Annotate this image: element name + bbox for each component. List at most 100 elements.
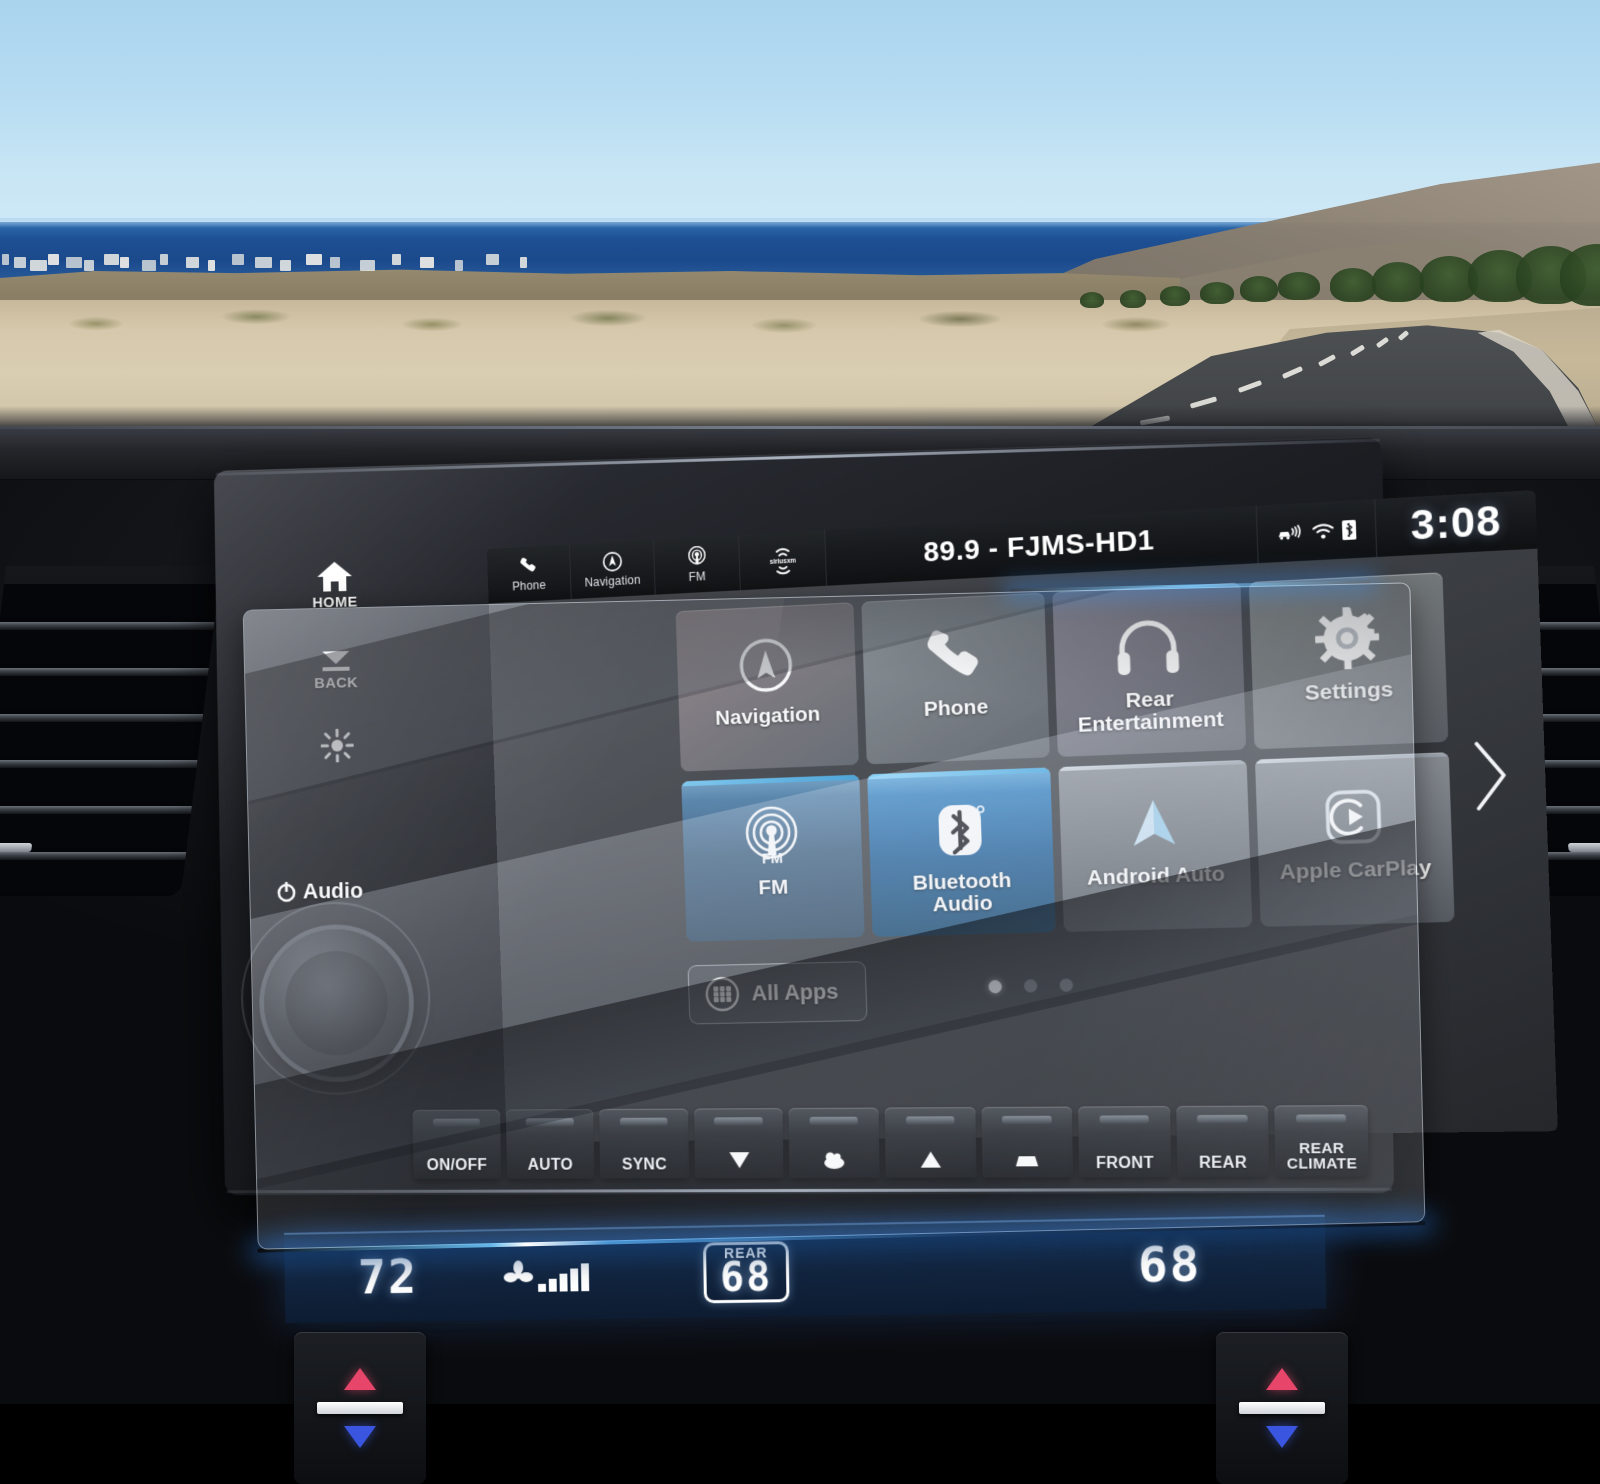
phone-handset-icon: [922, 620, 987, 693]
vent-direction-tab[interactable]: [0, 843, 32, 852]
app-tile-phone[interactable]: Phone: [861, 593, 1049, 765]
rear-climate-label: REAR CLIMATE: [1286, 1141, 1357, 1172]
power-icon: [276, 881, 297, 903]
airflow-down-button[interactable]: [694, 1108, 784, 1178]
driver-temp-rocker[interactable]: [294, 1332, 426, 1484]
climate-sync-button[interactable]: SYNC: [599, 1109, 689, 1179]
status-phone-label: Phone: [512, 578, 546, 593]
home-app-grid-page: Navigation Phone: [489, 549, 1558, 1143]
airflow-windshield-button[interactable]: [981, 1107, 1073, 1178]
app-tile-fm[interactable]: FM FM: [681, 775, 864, 942]
status-navigation-label: Navigation: [584, 573, 641, 590]
defrost-front-button[interactable]: FRONT: [1078, 1106, 1171, 1177]
page-dot-3[interactable]: [1059, 978, 1073, 991]
app-tile-apple-carplay[interactable]: Apple CarPlay: [1255, 752, 1455, 927]
climate-display: 72 REAR 68 68: [284, 1215, 1326, 1323]
apple-carplay-icon: [1319, 780, 1388, 855]
brightness-icon: [321, 729, 354, 763]
air-vent-left: [0, 566, 221, 896]
status-navigation-button[interactable]: Navigation: [570, 540, 656, 599]
key-tab: [714, 1117, 762, 1125]
sidekey-home[interactable]: HOME: [312, 559, 358, 611]
vent-louver[interactable]: [0, 668, 221, 676]
key-tab: [526, 1118, 574, 1126]
app-label-phone: Phone: [919, 696, 992, 721]
app-label-fm: FM: [754, 877, 792, 900]
app-tile-rear-entertainment[interactable]: Rear Entertainment: [1052, 583, 1246, 757]
volume-power-knob[interactable]: [263, 929, 410, 1078]
page-indicator-dots: [988, 978, 1073, 993]
airflow-face-button[interactable]: [789, 1108, 880, 1178]
status-siriusxm-button[interactable]: siriusxm: [739, 530, 827, 590]
climate-auto-button[interactable]: AUTO: [506, 1109, 595, 1179]
temp-up-triangle-icon[interactable]: [1266, 1368, 1298, 1390]
rear-climate-line2: CLIMATE: [1287, 1155, 1358, 1173]
airflow-up-icon: [918, 1149, 943, 1169]
rear-climate-button[interactable]: REAR CLIMATE: [1275, 1105, 1369, 1177]
temp-down-triangle-icon[interactable]: [1266, 1426, 1298, 1448]
page-dot-1[interactable]: [988, 980, 1002, 993]
palm-tree: [1330, 268, 1376, 302]
telematics-icon: [1276, 523, 1304, 543]
all-apps-label: All Apps: [751, 979, 839, 1007]
vent-louver[interactable]: [0, 760, 219, 768]
grid-apps-icon: [704, 976, 740, 1012]
passenger-temp-value: 68: [1138, 1236, 1202, 1294]
temp-up-triangle-icon[interactable]: [344, 1368, 376, 1390]
airflow-windshield-icon: [1012, 1149, 1043, 1169]
dashboard: HOME BACK: [0, 426, 1600, 1404]
bluetooth-sim-icon: [1342, 519, 1357, 539]
defrost-rear-button[interactable]: REAR: [1176, 1106, 1269, 1177]
audio-label: Audio: [303, 878, 364, 904]
clock: 3:08: [1375, 490, 1537, 557]
fm-radio-icon: FM: [740, 801, 803, 872]
status-fm-button[interactable]: FM: [654, 535, 741, 595]
compass-icon: [601, 550, 623, 573]
app-label-bt-line2: Audio: [932, 892, 993, 917]
app-label-android-auto: Android Auto: [1083, 863, 1230, 890]
airflow-up-button[interactable]: [885, 1107, 976, 1178]
app-label-rear-entertainment: Rear Entertainment: [1073, 686, 1229, 737]
vent-louver[interactable]: [0, 714, 221, 722]
key-tab: [1197, 1115, 1247, 1123]
audio-power-label-group: Audio: [276, 878, 363, 905]
vent-direction-tab[interactable]: [1568, 843, 1600, 852]
app-tile-android-auto[interactable]: Android Auto: [1058, 760, 1252, 932]
app-label-rear-line2: Entertainment: [1077, 708, 1224, 737]
page-dot-2[interactable]: [1024, 979, 1038, 992]
app-tile-bluetooth-audio[interactable]: Bluetooth Audio: [867, 767, 1056, 937]
chevron-right-icon: [1466, 736, 1517, 815]
key-tab: [433, 1119, 480, 1127]
wifi-icon: [1311, 521, 1335, 540]
app-tile-settings[interactable]: Settings: [1249, 572, 1449, 749]
vent-louver[interactable]: [0, 622, 221, 630]
vent-louver[interactable]: [0, 806, 213, 814]
bluetooth-icon: [928, 794, 993, 866]
vent-slot: [0, 814, 212, 852]
climate-onoff-button[interactable]: ON/OFF: [413, 1110, 501, 1179]
sidekey-back[interactable]: BACK: [314, 648, 358, 692]
vent-louver[interactable]: [0, 852, 208, 860]
head-unit-screen[interactable]: Phone Navigation FM: [487, 490, 1558, 1143]
airflow-down-icon: [726, 1150, 752, 1170]
palm-tree: [1278, 272, 1320, 300]
bezel-chrome-bottom: [227, 1188, 1392, 1193]
key-tab: [905, 1116, 954, 1124]
status-phone-button[interactable]: Phone: [487, 544, 572, 603]
climate-onoff-label: ON/OFF: [427, 1158, 488, 1174]
app-label-bt-line1: Bluetooth: [912, 869, 1011, 895]
sidekey-brightness[interactable]: [321, 729, 354, 763]
key-tab: [1296, 1114, 1346, 1122]
climate-auto-label: AUTO: [528, 1158, 574, 1174]
airflow-face-icon: [821, 1150, 847, 1170]
palm-tree: [1080, 292, 1104, 308]
temp-down-triangle-icon[interactable]: [344, 1426, 376, 1448]
vent-slot: [0, 584, 221, 622]
all-apps-button[interactable]: All Apps: [687, 961, 867, 1024]
key-tab: [810, 1117, 859, 1125]
next-page-button[interactable]: [1466, 736, 1517, 815]
passenger-temp-rocker[interactable]: [1216, 1332, 1348, 1484]
back-arrow-icon: [316, 648, 355, 674]
app-tile-navigation[interactable]: Navigation: [676, 602, 859, 771]
compass-icon: [735, 629, 796, 701]
